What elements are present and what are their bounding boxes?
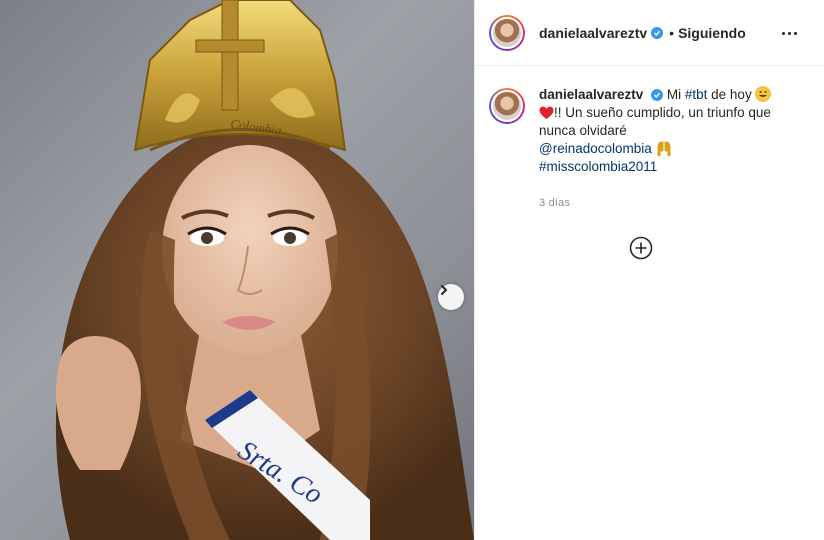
post-timestamp[interactable]: 3 días [539,194,797,212]
caption-avatar[interactable] [489,88,525,124]
caption-username[interactable]: danielaalvareztv [539,87,643,102]
caption-intro: Mi [666,87,682,102]
caption-text: de hoy [711,87,752,102]
hashtag-tbt[interactable]: #tbt [685,87,708,102]
post-photo[interactable]: Srta. Co Colombia [0,0,474,540]
hashtag-misscolombia2011[interactable]: #misscolombia2011 [539,159,657,174]
mention-reinadocolombia[interactable]: @reinadocolombia [539,141,652,156]
post-header: danielaalvareztv • Siguiendo [475,0,824,66]
verified-badge-icon [651,89,664,101]
avatar[interactable] [489,14,525,51]
header-username[interactable]: danielaalvareztv [539,25,647,41]
following-button[interactable]: Siguiendo [678,25,746,41]
separator-dot: • [669,24,675,41]
next-photo-button[interactable] [438,284,464,310]
caption-line2: !! Un sueño cumplido, un triunfo que nun… [539,105,771,138]
plus-circle-icon[interactable] [629,236,653,260]
raised-hands-icon [657,141,671,156]
grinning-face-icon [755,86,772,102]
red-heart-icon [539,106,554,119]
post-panel: danielaalvareztv • Siguiendo danielaalva… [474,0,824,540]
verified-badge-icon [651,26,664,39]
chevron-right-icon [441,285,448,295]
portrait-illustration: Srta. Co Colombia [55,0,474,540]
crown: Colombia [133,0,347,152]
more-options-icon[interactable] [779,24,799,42]
caption: danielaalvareztv Mi #tbt de hoy !! Un su… [489,86,809,212]
caption-body: danielaalvareztv Mi #tbt de hoy !! Un su… [539,86,797,212]
